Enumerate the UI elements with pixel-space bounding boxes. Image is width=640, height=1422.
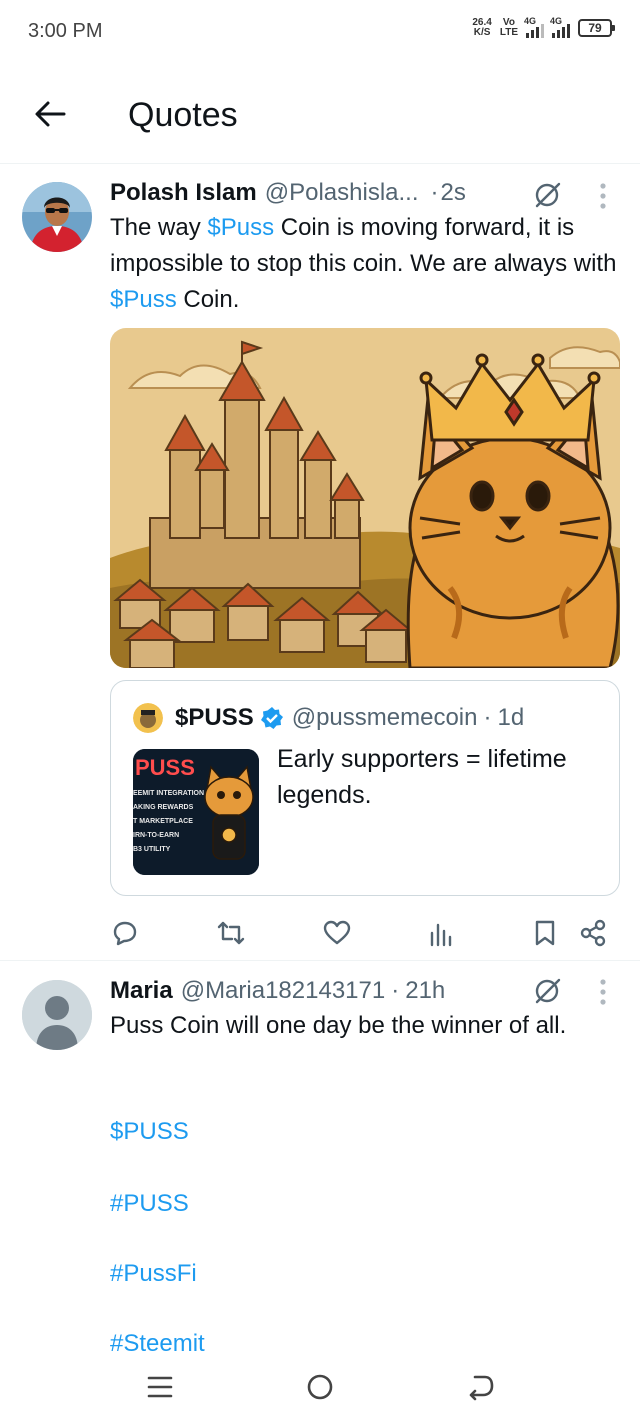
bookmark-icon xyxy=(535,920,555,946)
separator-dot: · xyxy=(483,704,492,731)
grok-icon[interactable] xyxy=(532,180,562,210)
status-time: 3:00 PM xyxy=(28,20,103,42)
thumb-line: EEMIT INTEGRATION xyxy=(133,790,204,797)
page-title: Quotes xyxy=(128,96,238,134)
cashtag-link[interactable]: $Puss xyxy=(207,214,274,241)
author-name[interactable]: Polash Islam xyxy=(110,179,257,207)
like-button[interactable] xyxy=(320,916,354,950)
more-options-icon[interactable] xyxy=(596,182,610,212)
cashtag-link[interactable]: $Puss xyxy=(110,286,177,313)
quoted-tweet-card[interactable]: $PUSS @pussmemecoin · 1d PUSS EEMIT INTE… xyxy=(110,680,620,896)
quoted-media-thumbnail: PUSS EEMIT INTEGRATION AKING REWARDS T M… xyxy=(133,749,259,875)
network-speed-unit: K/S xyxy=(473,27,491,38)
grok-icon[interactable] xyxy=(532,976,562,1006)
network-speed: 26.4 K/S xyxy=(472,18,491,38)
status-icons: 26.4 K/S Vo LTE 4G 4G 79 xyxy=(472,16,615,38)
hashtag-link[interactable]: #PUSS xyxy=(110,1190,189,1218)
share-button[interactable] xyxy=(576,916,610,950)
volte-bottom: LTE xyxy=(499,27,518,38)
author-name[interactable]: Maria xyxy=(110,977,173,1005)
thumb-line: IRN-TO-EARN xyxy=(133,832,179,839)
sim1-label: 4G xyxy=(524,16,537,26)
retweet-button[interactable] xyxy=(214,916,248,950)
reply-icon xyxy=(113,921,137,946)
quoted-avatar xyxy=(133,703,163,733)
signal-icon: 4G xyxy=(550,16,570,38)
thumb-line: B3 UTILITY xyxy=(133,846,171,853)
home-button[interactable] xyxy=(300,1370,340,1404)
signal-icon: 4G xyxy=(524,16,544,38)
separator-dot: · xyxy=(430,179,439,206)
reply-button[interactable] xyxy=(108,916,142,950)
share-icon xyxy=(580,919,606,947)
home-circle-icon xyxy=(307,1374,333,1400)
tweet-actions xyxy=(110,916,610,950)
quoted-tweet-text: Early supporters = lifetime legends. xyxy=(277,745,567,809)
like-icon xyxy=(323,920,351,945)
tweet-divider xyxy=(0,960,640,961)
volte-indicator: Vo LTE xyxy=(500,18,518,38)
tweet-time: 21h xyxy=(405,977,446,1004)
back-button[interactable] xyxy=(30,94,70,134)
tweet-time: 2s xyxy=(440,179,466,206)
tweet[interactable]: Maria @Maria182143171 · 21h Puss Coin wi… xyxy=(0,962,640,1352)
verified-badge-icon xyxy=(260,707,283,729)
top-bar: Quotes xyxy=(0,64,640,164)
recent-apps-icon xyxy=(147,1376,173,1398)
quoted-author-name: $PUSS xyxy=(175,704,254,731)
author-handle[interactable]: @Polashisla... xyxy=(265,179,419,207)
hashtag-link[interactable]: $PUSS xyxy=(110,1118,189,1146)
bookmark-button[interactable] xyxy=(528,916,562,950)
views-icon xyxy=(430,923,452,947)
avatar[interactable] xyxy=(22,182,92,252)
quoted-author-handle: @pussmemecoin xyxy=(291,704,478,731)
views-button[interactable] xyxy=(424,916,458,950)
quoted-tweet-header: $PUSS @pussmemecoin · 1d xyxy=(133,703,524,733)
more-options-icon[interactable] xyxy=(596,978,610,1008)
back-icon xyxy=(469,1375,494,1401)
retweet-icon xyxy=(217,921,245,945)
arrow-left-icon xyxy=(35,101,66,127)
battery-level: 79 xyxy=(588,21,602,35)
thumb-line: AKING REWARDS xyxy=(133,804,194,811)
battery-icon: 79 xyxy=(578,19,615,37)
tweet[interactable]: Polash Islam @Polashisla... · 2s The way… xyxy=(0,164,640,960)
tweet-text: The way $Puss Coin is moving forward, it… xyxy=(110,210,620,318)
tweet-text: Puss Coin will one day be the winner of … xyxy=(110,1012,567,1039)
tweet-media-image[interactable] xyxy=(110,328,620,668)
quoted-tweet-time: 1d xyxy=(497,704,525,731)
avatar[interactable] xyxy=(22,980,92,1050)
recent-apps-button[interactable] xyxy=(140,1370,180,1404)
system-nav-bar xyxy=(0,1352,640,1422)
author-handle[interactable]: @Maria182143171 xyxy=(181,977,386,1005)
text-segment: Coin. xyxy=(176,286,240,313)
hashtag-link[interactable]: #PussFi xyxy=(110,1260,197,1288)
thumb-title: PUSS xyxy=(135,755,195,780)
status-bar: 3:00 PM 26.4 K/S Vo LTE 4G 4G 79 xyxy=(0,0,640,64)
thumb-line: T MARKETPLACE xyxy=(133,818,193,825)
hashtag-link[interactable]: #Steemit xyxy=(110,1330,205,1352)
separator-dot: · xyxy=(391,977,400,1004)
sim2-label: 4G xyxy=(550,16,563,26)
text-segment: The way xyxy=(110,214,208,241)
system-back-button[interactable] xyxy=(460,1370,500,1404)
